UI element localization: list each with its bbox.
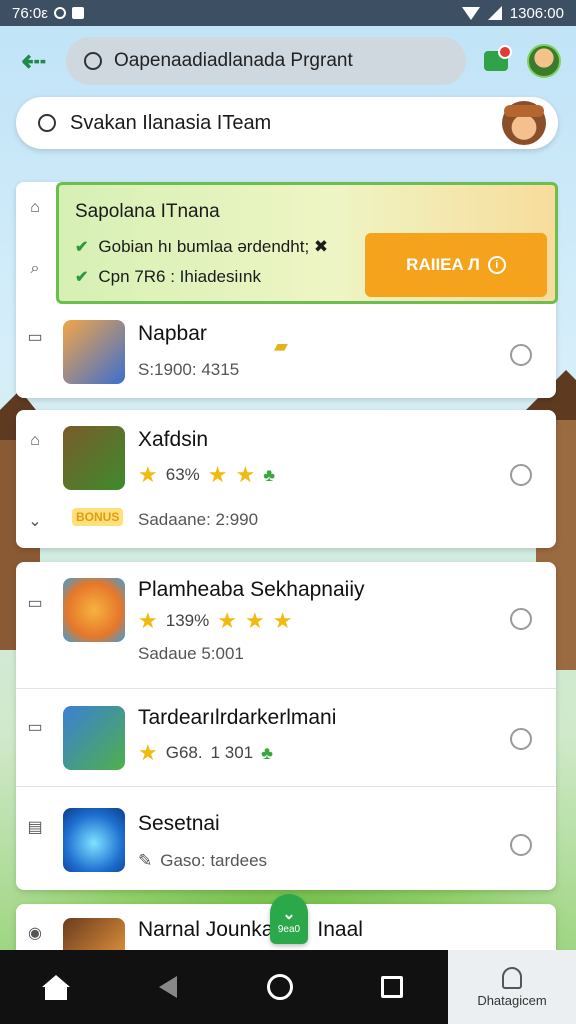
messages-button[interactable] (478, 43, 514, 79)
notification-badge (498, 45, 512, 59)
select-radio[interactable] (510, 464, 532, 486)
star-icon: ★ (217, 608, 237, 633)
top-search-text: Oapenaadiadlanada Prgrant (114, 50, 353, 71)
status-right-text: 1306:00 (509, 4, 564, 22)
bonus-badge: BONUS (72, 508, 124, 526)
back-triangle-icon (159, 976, 177, 998)
select-radio[interactable] (510, 608, 532, 630)
signal-icon (487, 6, 502, 20)
app-thumbnail (63, 578, 125, 642)
square-recents-icon (381, 976, 403, 998)
wifi-icon (461, 6, 480, 20)
circle-home-icon (267, 974, 293, 1000)
leaf-icon: ♣ (263, 464, 276, 485)
row-divider (16, 688, 556, 689)
document-icon[interactable]: ▤ (24, 816, 46, 838)
promo-action-button[interactable]: RAIIEA Л i (365, 233, 547, 297)
app-rating: ★ G68. 1 301 ♣ (138, 742, 273, 764)
diagnostics-tab[interactable]: Dhatagicem (448, 950, 576, 1024)
rating-text: 139% (165, 611, 210, 630)
app-title: Napbar (138, 322, 207, 345)
app-title: Tardearılrdarkerlmani (138, 706, 337, 729)
app-title-main: Narnal Jounka (138, 918, 274, 941)
star-icon: ★ (138, 740, 158, 765)
store-icon[interactable]: ⌂ (24, 430, 46, 452)
top-app-bar: ⇠ Oapenaadiadlanada Prgrant (0, 34, 576, 88)
app-meta: S:1900: 4315 (138, 360, 240, 379)
person-icon (502, 966, 522, 989)
chevron-down-icon[interactable]: ⌄ (24, 510, 46, 532)
notification-icon (71, 7, 84, 19)
star-icon: ★ (272, 608, 293, 633)
select-radio[interactable] (510, 344, 532, 366)
rating-text: 63% (165, 465, 200, 484)
gallery-icon[interactable]: ▭ (24, 716, 46, 738)
avatar (527, 44, 561, 78)
rating-text: G68. (165, 743, 203, 762)
chat-bubble-icon (84, 52, 102, 70)
rating-extra: 1 301 (210, 743, 254, 762)
app-meta: Sadaane: 2:990 (138, 510, 259, 529)
app-thumbnail (63, 808, 125, 872)
leaf-icon: ♣ (261, 742, 273, 763)
star-icon: ★ (235, 462, 256, 487)
info-icon: i (487, 256, 506, 274)
search-icon (38, 114, 56, 132)
select-radio[interactable] (510, 728, 532, 750)
tag-icon: ▰ (274, 336, 288, 356)
back-button[interactable] (112, 950, 224, 1024)
star-icon: ★ (138, 608, 158, 633)
app-title-tail: Inaal (317, 918, 363, 941)
diagnostics-label: Dhatagicem (477, 992, 547, 1008)
promo-button-label: RAIIEA Л (406, 255, 480, 274)
fab-label: 9ea0 (277, 923, 301, 935)
status-time: 76:0ε (12, 4, 48, 22)
app-rating: ★ 63% ★ ★ ♣ (138, 464, 275, 486)
promo-line-2-text: Cpn 7R6 : Ihiadesiınk (98, 267, 261, 286)
list-icon[interactable]: ▭ (24, 326, 46, 348)
tag-icon: ✎ (138, 851, 153, 870)
check-icon: ✔ (75, 269, 89, 286)
home-button[interactable] (0, 950, 112, 1024)
home-nav-icon (42, 974, 70, 1000)
app-meta-row: ✎ Gaso: tardees (138, 851, 267, 871)
check-icon: ✔ (75, 239, 89, 256)
cowboy-avatar[interactable] (502, 101, 546, 145)
chevron-down-icon: ⌄ (282, 905, 296, 923)
overview-button[interactable] (224, 950, 336, 1024)
app-title: Plamheaba Sekhapnaiiy (138, 578, 365, 601)
app-thumbnail (63, 918, 125, 950)
media-icon[interactable]: ▭ (24, 592, 46, 614)
app-title: Narnal Jounka Inaal (138, 918, 363, 942)
sync-icon (53, 7, 66, 19)
select-radio[interactable] (510, 834, 532, 856)
app-thumbnail (63, 320, 125, 384)
star-icon: ★ (138, 462, 158, 487)
app-thumbnail (63, 426, 125, 490)
location-icon[interactable]: ◉ (24, 922, 46, 944)
search-input-text: Svakan Ilanasia ITeam (70, 111, 272, 134)
app-title: Xafdsin (138, 428, 209, 451)
app-meta: Sadaue 5:001 (138, 644, 244, 663)
recents-button[interactable] (336, 950, 448, 1024)
back-arrow-icon[interactable]: ⇠ (14, 41, 54, 81)
profile-button[interactable] (526, 43, 562, 79)
status-bar: 76:0ε 1306:00 (0, 0, 576, 26)
app-title: Sesetnai (138, 812, 220, 835)
top-search-bar[interactable]: Oapenaadiadlanada Prgrant (66, 37, 466, 85)
promo-title: Sapolana ITnana (75, 201, 220, 222)
home-icon[interactable]: ⌂ (24, 197, 46, 219)
search-side-icon[interactable]: ⌕ (24, 258, 46, 280)
navigation-bar: Dhatagicem (0, 950, 576, 1024)
download-fab[interactable]: ⌄ 9ea0 (270, 894, 308, 944)
promo-banner: Sapolana ITnana ✔ Gobian hı bumlaa ərden… (56, 182, 558, 304)
star-icon: ★ (207, 462, 228, 487)
row-divider (16, 786, 556, 787)
promo-line-1-text: Gobian hı bumlaa ərdendht; ✖ (98, 237, 329, 256)
app-rating: ★ 139% ★ ★ ★ (138, 610, 292, 632)
search-input[interactable]: Svakan Ilanasia ITeam (16, 97, 558, 149)
star-icon: ★ (244, 608, 265, 633)
app-meta: Gaso: tardees (160, 851, 268, 870)
app-thumbnail (63, 706, 125, 770)
